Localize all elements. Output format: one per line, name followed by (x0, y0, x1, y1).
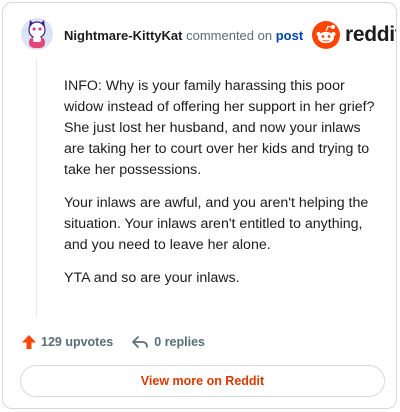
view-more-button[interactable]: View more on Reddit (20, 365, 385, 397)
upvote-count: 129 upvotes (41, 335, 114, 349)
upvote-arrow-icon (22, 335, 36, 349)
reply-arrow-icon (132, 336, 149, 348)
username[interactable]: Nightmare-KittyKat (64, 28, 182, 43)
comment-paragraph: YTA and so are your inlaws. (64, 270, 240, 286)
comment-stats: 129 upvotes 0 replies (21, 333, 205, 351)
comment-body: INFO: Why is your family harassing this … (64, 76, 379, 301)
upvote-stat[interactable]: 129 upvotes (21, 334, 113, 350)
reply-count: 0 replies (154, 335, 205, 349)
reddit-wordmark: reddit (345, 23, 397, 46)
comment-header: Nightmare-KittyKat commented on post (64, 28, 303, 44)
action-text: commented on (186, 28, 273, 43)
comment-paragraph: Your inlaws are awful, and you aren't he… (64, 195, 369, 253)
comment-paragraph: INFO: Why is your family harassing this … (64, 78, 375, 178)
reddit-logo[interactable]: reddit (312, 21, 397, 49)
reddit-snoo-icon (312, 21, 340, 49)
reddit-comment-embed: Nightmare-KittyKat commented on post red… (2, 2, 397, 409)
reply-stat[interactable]: 0 replies (131, 334, 205, 350)
snoo-avatar-icon[interactable] (20, 17, 54, 51)
thread-line (36, 59, 37, 317)
post-link[interactable]: post (276, 28, 303, 43)
